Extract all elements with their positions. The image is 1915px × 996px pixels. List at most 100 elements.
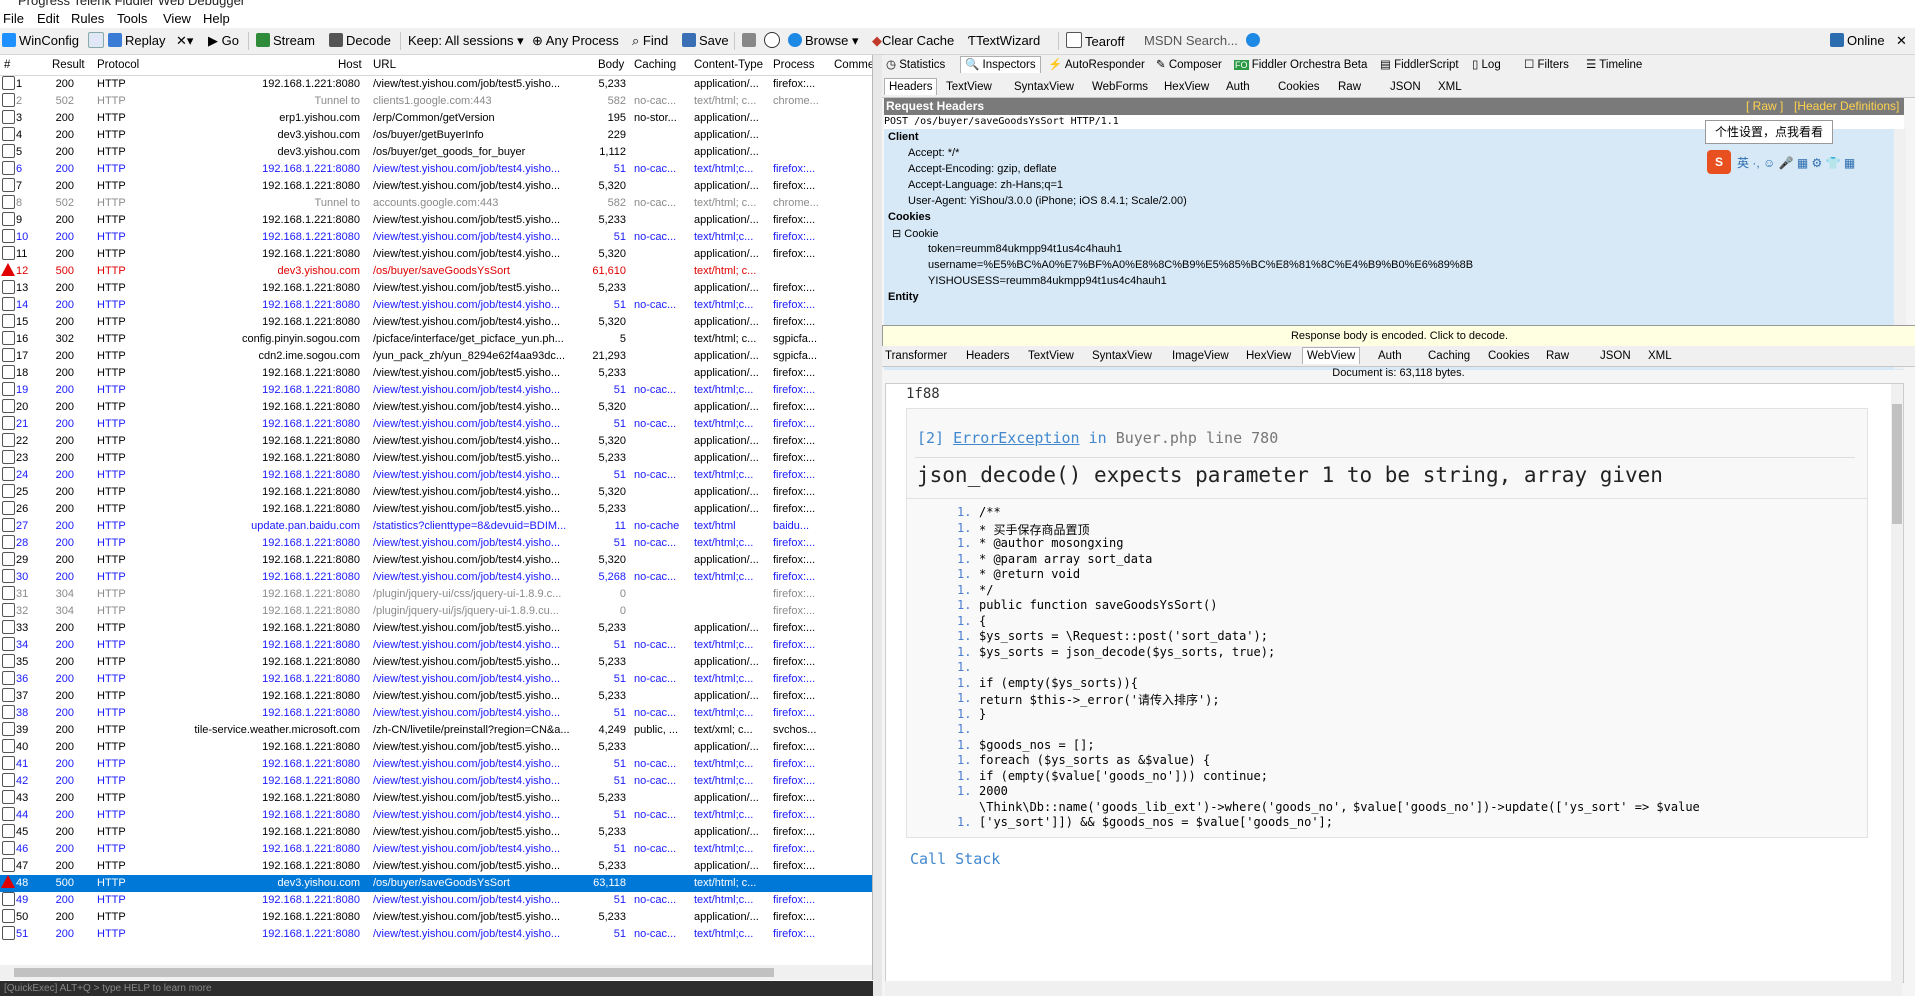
stream-button[interactable]: Stream bbox=[256, 32, 315, 50]
session-row[interactable]: 10 200 HTTP 192.168.1.221:8080/view/test.yi… bbox=[0, 229, 872, 246]
session-row[interactable]: 45 200 HTTP 192.168.1.221:8080/view/test.yi… bbox=[0, 824, 872, 841]
session-row[interactable]: 19 200 HTTP 192.168.1.221:8080/view/test.yi… bbox=[0, 382, 872, 399]
session-row[interactable]: 43 200 HTTP 192.168.1.221:8080/view/test.yi… bbox=[0, 790, 872, 807]
help-button[interactable] bbox=[1246, 32, 1263, 50]
session-row[interactable]: 11 200 HTTP 192.168.1.221:8080/view/test.yi… bbox=[0, 246, 872, 263]
any-process-button[interactable]: ⊕ Any Process bbox=[532, 32, 619, 50]
webview-horizontal-scrollbar[interactable] bbox=[885, 981, 1902, 996]
req-tab-textview[interactable]: TextView bbox=[946, 79, 992, 95]
session-row[interactable]: 8 502 HTTP Tunnel to accounts.google.com:443… bbox=[0, 195, 872, 212]
col-process[interactable]: Process bbox=[773, 59, 815, 71]
replay-button[interactable]: Replay bbox=[108, 32, 165, 50]
menu-edit[interactable]: Edit bbox=[37, 11, 59, 26]
session-row[interactable]: 37 200 HTTP 192.168.1.221:8080/view/test.yi… bbox=[0, 688, 872, 705]
resp-tab-imageview[interactable]: ImageView bbox=[1172, 348, 1229, 364]
session-row[interactable]: 31 304 HTTP 192.168.1.221:8080/plugin/jquer… bbox=[0, 586, 872, 603]
tab-timeline[interactable]: ☰ Timeline bbox=[1586, 57, 1642, 73]
menu-view[interactable]: View bbox=[163, 11, 191, 26]
scroll-thumb[interactable] bbox=[1892, 404, 1902, 524]
tab-composer[interactable]: ✎ Composer bbox=[1156, 57, 1222, 73]
session-row[interactable]: 30 200 HTTP 192.168.1.221:8080/view/test.yi… bbox=[0, 569, 872, 586]
req-tab-auth[interactable]: Auth bbox=[1226, 79, 1250, 95]
sogou-icon[interactable]: S bbox=[1707, 150, 1731, 174]
resp-tab-json[interactable]: JSON bbox=[1600, 348, 1631, 364]
session-row[interactable]: 17 200 HTTP cdn2.ime.sogou.com/yun_pack_zh/… bbox=[0, 348, 872, 365]
resp-tab-auth[interactable]: Auth bbox=[1378, 348, 1402, 364]
req-tab-syntaxview[interactable]: SyntaxView bbox=[1014, 79, 1074, 95]
session-list[interactable]: # Result Protocol Host URL Body Caching … bbox=[0, 55, 873, 980]
webview-scrollbar[interactable] bbox=[1891, 384, 1903, 982]
go-button[interactable]: ▶ Go bbox=[208, 32, 239, 50]
msdn-search-input[interactable]: MSDN Search... bbox=[1144, 32, 1238, 50]
menu-rules[interactable]: Rules bbox=[71, 11, 104, 26]
resp-tab-webview[interactable]: WebView bbox=[1302, 347, 1361, 364]
session-row[interactable]: 21 200 HTTP 192.168.1.221:8080/view/test.yi… bbox=[0, 416, 872, 433]
req-tab-xml[interactable]: XML bbox=[1438, 79, 1462, 95]
session-row[interactable]: 50 200 HTTP 192.168.1.221:8080/view/test.yi… bbox=[0, 909, 872, 926]
menu-help[interactable]: Help bbox=[203, 11, 230, 26]
tab-filters[interactable]: ☐ Filters bbox=[1524, 57, 1569, 73]
menu-file[interactable]: File bbox=[3, 11, 24, 26]
resp-tab-textview[interactable]: TextView bbox=[1028, 348, 1074, 364]
cookie-node[interactable]: ⊟ Cookie bbox=[892, 227, 939, 240]
req-tab-json[interactable]: JSON bbox=[1390, 79, 1421, 95]
session-row[interactable]: 24 200 HTTP 192.168.1.221:8080/view/test.yi… bbox=[0, 467, 872, 484]
col-host[interactable]: Host bbox=[338, 59, 362, 71]
quickexec-bar[interactable]: [QuickExec] ALT+Q > type HELP to learn m… bbox=[0, 981, 876, 996]
session-row[interactable]: 41 200 HTTP 192.168.1.221:8080/view/test.yi… bbox=[0, 756, 872, 773]
session-row[interactable]: 36 200 HTTP 192.168.1.221:8080/view/test.yi… bbox=[0, 671, 872, 688]
session-row[interactable]: 47 200 HTTP 192.168.1.221:8080/view/test.yi… bbox=[0, 858, 872, 875]
session-row[interactable]: 18 200 HTTP 192.168.1.221:8080/view/test.yi… bbox=[0, 365, 872, 382]
decode-banner[interactable]: Response body is encoded. Click to decod… bbox=[882, 325, 1915, 347]
textwizard-button[interactable]: ƬTextWizard bbox=[968, 32, 1040, 50]
tab-autoresponder[interactable]: ⚡ AutoResponder bbox=[1048, 57, 1145, 73]
session-row[interactable]: 25 200 HTTP 192.168.1.221:8080/view/test.yi… bbox=[0, 484, 872, 501]
decode-button[interactable]: Decode bbox=[329, 32, 391, 50]
session-row[interactable]: 14 200 HTTP 192.168.1.221:8080/view/test.yi… bbox=[0, 297, 872, 314]
session-row[interactable]: 5 200 HTTP dev3.yishou.com/os/buyer/get_goo… bbox=[0, 144, 872, 161]
tab-inspectors[interactable]: 🔍 Inspectors bbox=[960, 56, 1041, 73]
req-tab-webforms[interactable]: WebForms bbox=[1092, 79, 1148, 95]
session-row[interactable]: 42 200 HTTP 192.168.1.221:8080/view/test.yi… bbox=[0, 773, 872, 790]
req-tab-cookies[interactable]: Cookies bbox=[1278, 79, 1320, 95]
raw-link[interactable]: [ Raw ] bbox=[1746, 98, 1783, 115]
resp-tab-xml[interactable]: XML bbox=[1648, 348, 1672, 364]
session-row[interactable]: 4 200 HTTP dev3.yishou.com/os/buyer/getBuye… bbox=[0, 127, 872, 144]
req-tab-hexview[interactable]: HexView bbox=[1164, 79, 1209, 95]
tearoff-button[interactable]: Tearoff bbox=[1066, 32, 1125, 50]
resp-tab-caching[interactable]: Caching bbox=[1428, 348, 1470, 364]
session-row[interactable]: 26 200 HTTP 192.168.1.221:8080/view/test.yi… bbox=[0, 501, 872, 518]
col-protocol[interactable]: Protocol bbox=[97, 59, 139, 71]
menu-tools[interactable]: Tools bbox=[117, 11, 147, 26]
resp-tab-cookies[interactable]: Cookies bbox=[1488, 348, 1530, 364]
find-button[interactable]: ⌕ Find bbox=[632, 32, 668, 50]
lang-icon[interactable]: 英 ·, ☺ 🎤 ▦ ⚙ 👕 ▦ bbox=[1737, 154, 1855, 171]
pane-splitter[interactable] bbox=[873, 55, 882, 996]
session-row[interactable]: 16 302 HTTP config.pinyin.sogou.com/picface… bbox=[0, 331, 872, 348]
clear-cache-button[interactable]: ◆Clear Cache bbox=[872, 32, 954, 50]
col-body[interactable]: Body bbox=[598, 59, 624, 71]
session-row[interactable]: 27 200 HTTP update.pan.baidu.com/statistics… bbox=[0, 518, 872, 535]
session-row[interactable]: 48 500 HTTP dev3.yishou.com/os/buyer/saveGo… bbox=[0, 875, 872, 892]
tab-orchestra[interactable]: FO Fiddler Orchestra Beta bbox=[1234, 57, 1367, 73]
session-row[interactable]: 46 200 HTTP 192.168.1.221:8080/view/test.yi… bbox=[0, 841, 872, 858]
session-row[interactable]: 3 200 HTTP erp1.yishou.com/erp/Common/getVe… bbox=[0, 110, 872, 127]
session-row[interactable]: 44 200 HTTP 192.168.1.221:8080/view/test.yi… bbox=[0, 807, 872, 824]
col-content-type[interactable]: Content-Type bbox=[694, 59, 763, 71]
session-row[interactable]: 22 200 HTTP 192.168.1.221:8080/view/test.yi… bbox=[0, 433, 872, 450]
horizontal-scrollbar[interactable] bbox=[0, 965, 872, 980]
col-url[interactable]: URL bbox=[373, 59, 396, 71]
scroll-thumb[interactable] bbox=[14, 968, 774, 977]
resp-tab-hexview[interactable]: HexView bbox=[1246, 348, 1291, 364]
req-tab-raw[interactable]: Raw bbox=[1338, 79, 1361, 95]
comment-button[interactable] bbox=[88, 32, 107, 50]
tab-log[interactable]: ▯ Log bbox=[1472, 57, 1501, 73]
session-row[interactable]: 2 502 HTTP Tunnel to clients1.google.com:443… bbox=[0, 93, 872, 110]
col-result[interactable]: Result bbox=[52, 59, 85, 71]
keep-sessions-dropdown[interactable]: Keep: All sessions ▾ bbox=[408, 32, 524, 50]
session-row[interactable]: 28 200 HTTP 192.168.1.221:8080/view/test.yi… bbox=[0, 535, 872, 552]
session-row[interactable]: 38 200 HTTP 192.168.1.221:8080/view/test.yi… bbox=[0, 705, 872, 722]
session-row[interactable]: 15 200 HTTP 192.168.1.221:8080/view/test.yi… bbox=[0, 314, 872, 331]
close-toolbar-button[interactable]: ✕ bbox=[1896, 32, 1907, 50]
session-row[interactable]: 51 200 HTTP 192.168.1.221:8080/view/test.yi… bbox=[0, 926, 872, 943]
